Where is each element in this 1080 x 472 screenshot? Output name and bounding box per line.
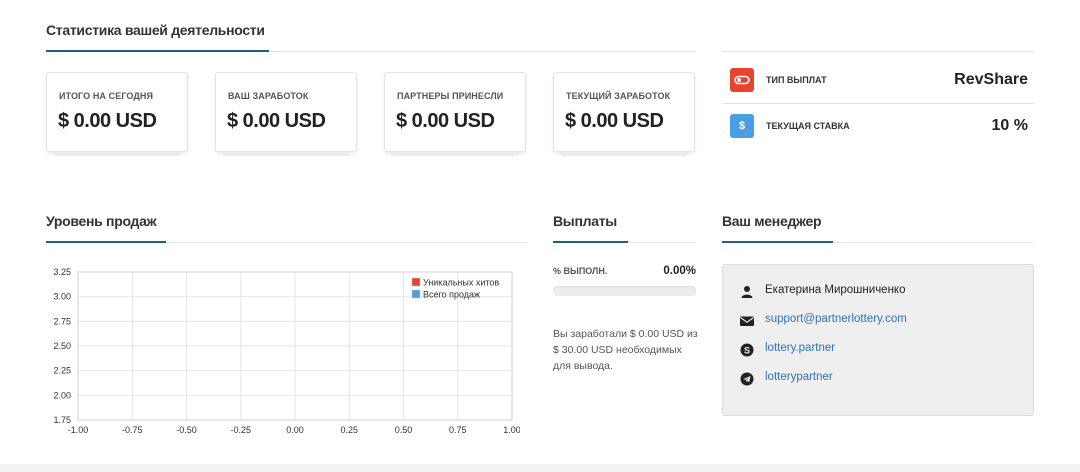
stat-card-your-earnings: ВАШ ЗАРАБОТОК $ 0.00 USD <box>215 72 357 156</box>
stats-section-title: Статистика вашей деятельности <box>46 22 265 38</box>
x-tick-label: 0.75 <box>449 425 467 435</box>
legend-label: Всего продаж <box>423 290 480 300</box>
page-bottom-strip <box>0 464 1080 472</box>
y-tick-label: 2.50 <box>53 341 71 351</box>
payout-progress-bar <box>553 286 696 296</box>
stat-card-current-earnings: ТЕКУЩИЙ ЗАРАБОТОК $ 0.00 USD <box>553 72 695 156</box>
stat-label: ИТОГО НА СЕГОДНЯ <box>59 91 154 101</box>
legend-swatch <box>411 277 421 287</box>
stat-label: ТЕКУЩИЙ ЗАРАБОТОК <box>566 91 671 101</box>
manager-name: Екатерина Мирошниченко <box>765 284 906 296</box>
manager-card: Екатерина Мирошниченко support@partnerlo… <box>722 264 1034 416</box>
payout-rate-value: 10 % <box>991 117 1028 134</box>
manager-section-title: Ваш менеджер <box>722 213 822 229</box>
manager-telegram-link[interactable]: lotterypartner <box>765 371 833 383</box>
stat-value: $ 0.00 USD <box>58 110 157 132</box>
dollar-glyph: $ <box>738 120 746 132</box>
envelope-icon <box>739 313 755 329</box>
payout-type-row: ТИП ВЫПЛАТ RevShare <box>722 58 1034 104</box>
stat-value: $ 0.00 USD <box>227 110 326 132</box>
payout-top-divider <box>722 51 1034 52</box>
manager-skype-link[interactable]: lottery.partner <box>765 342 835 354</box>
y-tick-label: 2.75 <box>53 316 71 326</box>
sales-chart: -1.00 -0.75 -0.50 -0.25 0.00 0.25 0.50 0.75 1.00… <box>53 267 520 435</box>
x-tick-label: -0.50 <box>176 425 197 435</box>
x-tick-label: 0.00 <box>286 425 304 435</box>
x-tick-label: 1.00 <box>503 425 520 435</box>
manager-email-link[interactable]: support@partnerlottery.com <box>765 313 907 325</box>
y-tick-label: 1.75 <box>53 415 71 425</box>
y-tick-label: 3.25 <box>53 267 71 277</box>
toggle-icon <box>730 68 754 92</box>
payout-type-value: RevShare <box>954 71 1028 88</box>
y-tick-label: 2.00 <box>53 390 71 400</box>
payments-section-title: Выплаты <box>553 213 617 229</box>
legend-label: Уникальных хитов <box>423 278 499 288</box>
stat-value: $ 0.00 USD <box>565 110 664 132</box>
sales-section-title: Уровень продаж <box>46 213 157 229</box>
legend-swatch <box>411 289 421 299</box>
payout-type-label: ТИП ВЫПЛАТ <box>766 75 827 85</box>
stat-label: ВАШ ЗАРАБОТОК <box>228 91 309 101</box>
sales-title-underline <box>46 241 166 243</box>
x-tick-label: 0.25 <box>340 425 358 435</box>
stat-value: $ 0.00 USD <box>396 110 495 132</box>
x-tick-label: -0.25 <box>230 425 251 435</box>
payments-title-underline <box>553 241 628 243</box>
x-tick-label: -0.75 <box>122 425 143 435</box>
payout-rate-row: $ ТЕКУЩАЯ СТАВКА 10 % <box>722 104 1034 150</box>
x-tick-label: 0.50 <box>395 425 413 435</box>
stat-label: ПАРТНЕРЫ ПРИНЕСЛИ <box>397 91 504 101</box>
payout-rate-label: ТЕКУЩАЯ СТАВКА <box>766 121 850 131</box>
progress-value: 0.00% <box>663 265 696 277</box>
telegram-icon <box>739 371 755 387</box>
y-tick-label: 3.00 <box>53 292 71 302</box>
stats-title-underline <box>46 50 269 52</box>
manager-title-underline <box>722 241 833 243</box>
user-icon <box>739 284 755 300</box>
skype-icon: S <box>739 342 755 358</box>
svg-text:S: S <box>744 345 750 355</box>
payout-note: Вы заработали $ 0.00 USD из $ 30.00 USD … <box>553 328 698 372</box>
stat-card-today: ИТОГО НА СЕГОДНЯ $ 0.00 USD <box>46 72 188 156</box>
x-tick-label: -1.00 <box>68 425 89 435</box>
y-tick-label: 2.25 <box>53 366 71 376</box>
progress-label: % ВЫПОЛН. <box>553 266 608 276</box>
stat-card-partners-brought: ПАРТНЕРЫ ПРИНЕСЛИ $ 0.00 USD <box>384 72 526 156</box>
dollar-icon: $ <box>730 114 754 138</box>
